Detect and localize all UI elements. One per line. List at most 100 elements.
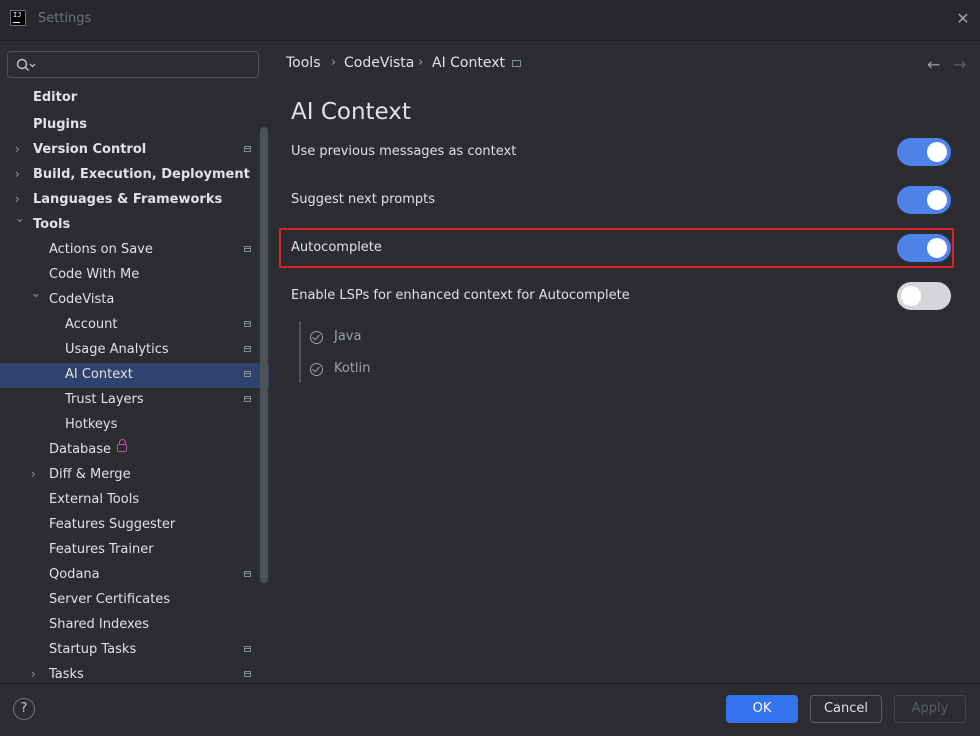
sidebar-item-build[interactable]: › Build, Execution, Deployment bbox=[0, 163, 260, 188]
sidebar-item-label: Languages & Frameworks bbox=[33, 192, 223, 207]
sidebar-item-label: Trust Layers bbox=[65, 392, 144, 407]
project-scope-icon bbox=[244, 646, 251, 652]
sidebar-item-label: Plugins bbox=[33, 117, 87, 132]
sidebar-item-server-certificates[interactable]: Server Certificates bbox=[0, 588, 260, 613]
sidebar-item-label: Database bbox=[49, 442, 112, 457]
sidebar-item-startup-tasks[interactable]: Startup Tasks bbox=[0, 638, 260, 663]
sidebar-item-label: CodeVista bbox=[49, 292, 115, 307]
breadcrumb-separator: › bbox=[331, 55, 337, 70]
sidebar-item-shared-indexes[interactable]: Shared Indexes bbox=[0, 613, 260, 638]
sidebar-scrollbar[interactable] bbox=[260, 127, 268, 583]
sidebar-item-label: Tasks bbox=[49, 667, 84, 682]
sidebar-item-external-tools[interactable]: External Tools bbox=[0, 488, 260, 513]
check-circle-icon bbox=[310, 363, 323, 376]
sidebar-item-account[interactable]: Account bbox=[0, 313, 260, 338]
forward-arrow-icon[interactable]: → bbox=[953, 55, 966, 74]
sidebar-item-label: Diff & Merge bbox=[49, 467, 131, 482]
sidebar-item-editor[interactable]: Editor bbox=[0, 86, 260, 111]
project-scope-icon bbox=[244, 246, 251, 252]
setting-label: Enable LSPs for enhanced context for Aut… bbox=[291, 288, 630, 303]
chevron-right-icon[interactable]: › bbox=[31, 466, 43, 482]
app-icon: IJ bbox=[10, 10, 26, 26]
sidebar-item-ai-context[interactable]: AI Context bbox=[0, 363, 269, 388]
title-bar: IJ Settings ✕ bbox=[0, 0, 980, 41]
sidebar-item-codevista[interactable]: › CodeVista bbox=[0, 288, 260, 313]
sidebar-item-label: Qodana bbox=[49, 567, 100, 582]
sidebar-item-label: Build, Execution, Deployment bbox=[33, 167, 250, 182]
breadcrumb-ai-context: AI Context bbox=[432, 55, 506, 71]
toggle-knob bbox=[927, 190, 947, 210]
setting-label: Suggest next prompts bbox=[291, 192, 435, 207]
sidebar-item-database[interactable]: Database bbox=[0, 438, 260, 463]
toggle-switch[interactable] bbox=[897, 186, 951, 214]
toggle-switch[interactable] bbox=[897, 138, 951, 166]
sidebar-item-label: Features Trainer bbox=[49, 542, 154, 557]
sidebar-item-plugins[interactable]: Plugins bbox=[0, 113, 260, 138]
help-icon[interactable]: ? bbox=[13, 698, 35, 720]
sidebar-item-actions-on-save[interactable]: Actions on Save bbox=[0, 238, 260, 263]
page-title: AI Context bbox=[291, 99, 411, 125]
sidebar-item-label: Tools bbox=[33, 217, 71, 232]
lsp-list-guide bbox=[299, 321, 301, 383]
chevron-right-icon[interactable]: › bbox=[15, 141, 27, 157]
window-title: Settings bbox=[38, 11, 92, 26]
back-arrow-icon[interactable]: ← bbox=[927, 55, 940, 74]
sidebar-item-trust-layers[interactable]: Trust Layers bbox=[0, 388, 260, 413]
breadcrumb-tools[interactable]: Tools bbox=[286, 55, 321, 71]
setting-use-previous-messages: Use previous messages as context bbox=[291, 138, 951, 168]
sidebar-item-label: Usage Analytics bbox=[65, 342, 169, 357]
setting-suggest-next-prompts: Suggest next prompts bbox=[291, 186, 951, 216]
chevron-right-icon[interactable]: › bbox=[31, 666, 43, 682]
sidebar-item-languages[interactable]: › Languages & Frameworks bbox=[0, 188, 260, 213]
sidebar-item-diff-merge[interactable]: › Diff & Merge bbox=[0, 463, 260, 488]
sidebar-item-label: Editor bbox=[33, 90, 78, 105]
lock-icon bbox=[117, 439, 127, 452]
sidebar-item-label: External Tools bbox=[49, 492, 140, 507]
ok-button[interactable]: OK bbox=[726, 695, 798, 723]
sidebar-item-label: Code With Me bbox=[49, 267, 140, 282]
sidebar-item-label: Hotkeys bbox=[65, 417, 118, 432]
chevron-right-icon[interactable]: › bbox=[15, 166, 27, 182]
project-scope-icon bbox=[512, 60, 521, 67]
project-scope-icon bbox=[244, 671, 251, 677]
sidebar-item-features-suggester[interactable]: Features Suggester bbox=[0, 513, 260, 538]
chevron-right-icon[interactable]: › bbox=[15, 191, 27, 207]
sidebar-item-hotkeys[interactable]: Hotkeys bbox=[0, 413, 260, 438]
toggle-switch[interactable] bbox=[897, 282, 951, 310]
sidebar-item-label: AI Context bbox=[65, 367, 133, 382]
project-scope-icon bbox=[244, 371, 251, 377]
sidebar-item-label: Actions on Save bbox=[49, 242, 153, 257]
sidebar-item-usage-analytics[interactable]: Usage Analytics bbox=[0, 338, 260, 363]
lsp-item-label: Java bbox=[334, 329, 362, 344]
setting-enable-lsps: Enable LSPs for enhanced context for Aut… bbox=[291, 282, 951, 312]
search-icon bbox=[16, 58, 36, 71]
sidebar-item-qodana[interactable]: Qodana bbox=[0, 563, 260, 588]
sidebar-item-code-with-me[interactable]: Code With Me bbox=[0, 263, 260, 288]
cancel-button[interactable]: Cancel bbox=[810, 695, 882, 723]
project-scope-icon bbox=[244, 396, 251, 402]
chevron-down-icon[interactable]: › bbox=[12, 218, 28, 230]
project-scope-icon bbox=[244, 321, 251, 327]
project-scope-icon bbox=[244, 346, 251, 352]
sidebar-item-label: Startup Tasks bbox=[49, 642, 137, 657]
sidebar-item-label: Version Control bbox=[33, 142, 147, 157]
sidebar-item-version-control[interactable]: › Version Control bbox=[0, 138, 260, 163]
apply-button[interactable]: Apply bbox=[894, 695, 966, 723]
sidebar-item-label: Server Certificates bbox=[49, 592, 171, 607]
setting-label: Use previous messages as context bbox=[291, 144, 517, 159]
project-scope-icon bbox=[244, 571, 251, 577]
sidebar-item-tools[interactable]: › Tools bbox=[0, 213, 260, 238]
chevron-down-icon[interactable]: › bbox=[28, 293, 44, 305]
settings-content: Tools › CodeVista › AI Context ← → AI Co… bbox=[270, 41, 980, 683]
sidebar-item-features-trainer[interactable]: Features Trainer bbox=[0, 538, 260, 563]
check-circle-icon bbox=[310, 331, 323, 344]
search-input[interactable] bbox=[42, 55, 256, 75]
sidebar-item-label: Shared Indexes bbox=[49, 617, 150, 632]
project-scope-icon bbox=[244, 146, 251, 152]
dialog-footer: ? OK Cancel Apply bbox=[0, 683, 980, 736]
breadcrumb-codevista[interactable]: CodeVista bbox=[344, 55, 414, 71]
close-icon[interactable]: ✕ bbox=[954, 10, 972, 28]
setting-autocomplete: Autocomplete bbox=[291, 234, 951, 264]
toggle-switch[interactable] bbox=[897, 234, 951, 262]
search-field[interactable] bbox=[7, 51, 259, 78]
